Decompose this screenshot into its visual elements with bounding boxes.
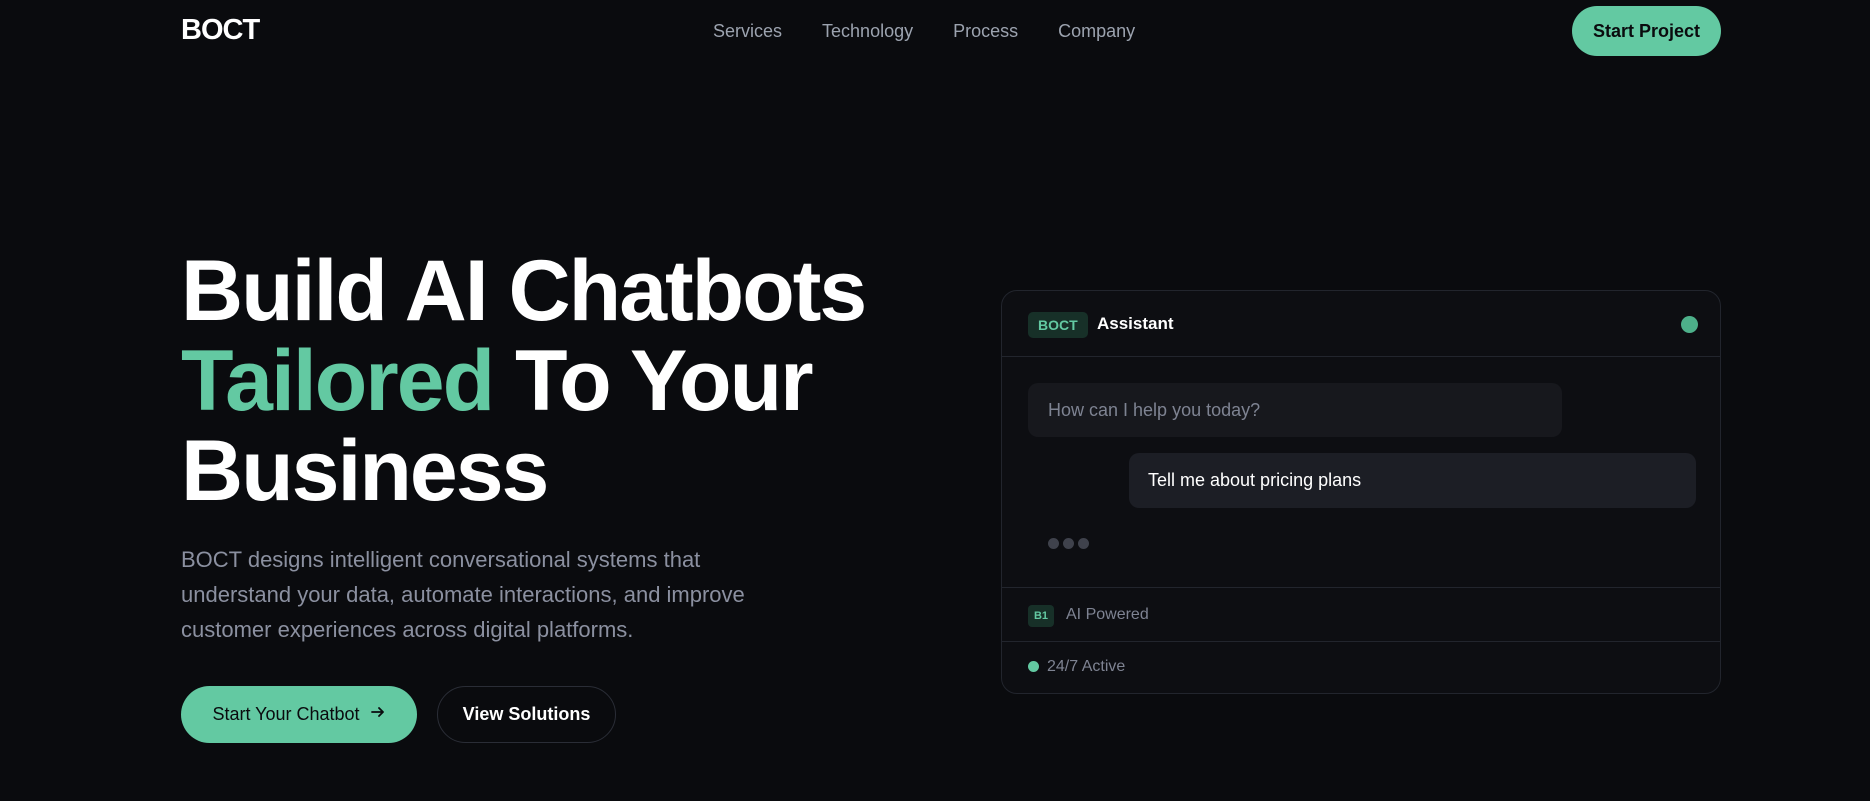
nav-links: Services Technology Process Company xyxy=(713,21,1135,42)
arrow-right-icon xyxy=(370,703,386,726)
nav-link-process[interactable]: Process xyxy=(953,21,1018,42)
top-nav: BOCT Services Technology Process Company… xyxy=(0,0,1870,64)
active-status-icon xyxy=(1028,661,1039,672)
chat-preview-card: BOCT Assistant How can I help you today?… xyxy=(1001,290,1721,694)
hero-title: Build AI Chatbots Tailored To Your Busin… xyxy=(181,243,867,519)
logo[interactable]: BOCT xyxy=(181,14,260,47)
hero-description: BOCT designs intelligent conversational … xyxy=(181,547,745,642)
typing-indicator-icon xyxy=(1048,538,1089,549)
start-chatbot-label: Start Your Chatbot xyxy=(212,704,360,724)
nav-link-technology[interactable]: Technology xyxy=(822,21,913,42)
nav-link-services[interactable]: Services xyxy=(713,21,782,42)
feature-badge: B1 xyxy=(1028,605,1054,627)
nav-link-company[interactable]: Company xyxy=(1058,21,1135,42)
hero-title-line2: To Your xyxy=(493,333,814,429)
typing-dot xyxy=(1048,538,1059,549)
feature-row-active: 24/7 Active xyxy=(1002,641,1720,693)
assistant-title: Assistant xyxy=(1097,314,1174,333)
hero-title-line1: Build AI Chatbots xyxy=(181,243,867,339)
start-project-button[interactable]: Start Project xyxy=(1572,6,1721,56)
online-status-icon xyxy=(1681,316,1698,333)
brand-badge: BOCT xyxy=(1028,312,1088,338)
feature-label-active: 24/7 Active xyxy=(1047,658,1126,675)
start-chatbot-button[interactable]: Start Your Chatbot xyxy=(181,686,417,743)
hero-title-accent: Tailored xyxy=(181,333,495,429)
landing-page: BOCT Services Technology Process Company… xyxy=(0,0,1870,801)
feature-label-ai: AI Powered xyxy=(1066,606,1149,623)
feature-row-ai: B1 AI Powered xyxy=(1002,587,1720,641)
hero-title-line3: Business xyxy=(181,423,549,519)
bot-message: How can I help you today? xyxy=(1028,383,1562,437)
typing-dot xyxy=(1063,538,1074,549)
typing-dot xyxy=(1078,538,1089,549)
user-message: Tell me about pricing plans xyxy=(1129,453,1696,508)
chat-header: BOCT Assistant xyxy=(1002,291,1720,357)
view-solutions-button[interactable]: View Solutions xyxy=(437,686,616,743)
